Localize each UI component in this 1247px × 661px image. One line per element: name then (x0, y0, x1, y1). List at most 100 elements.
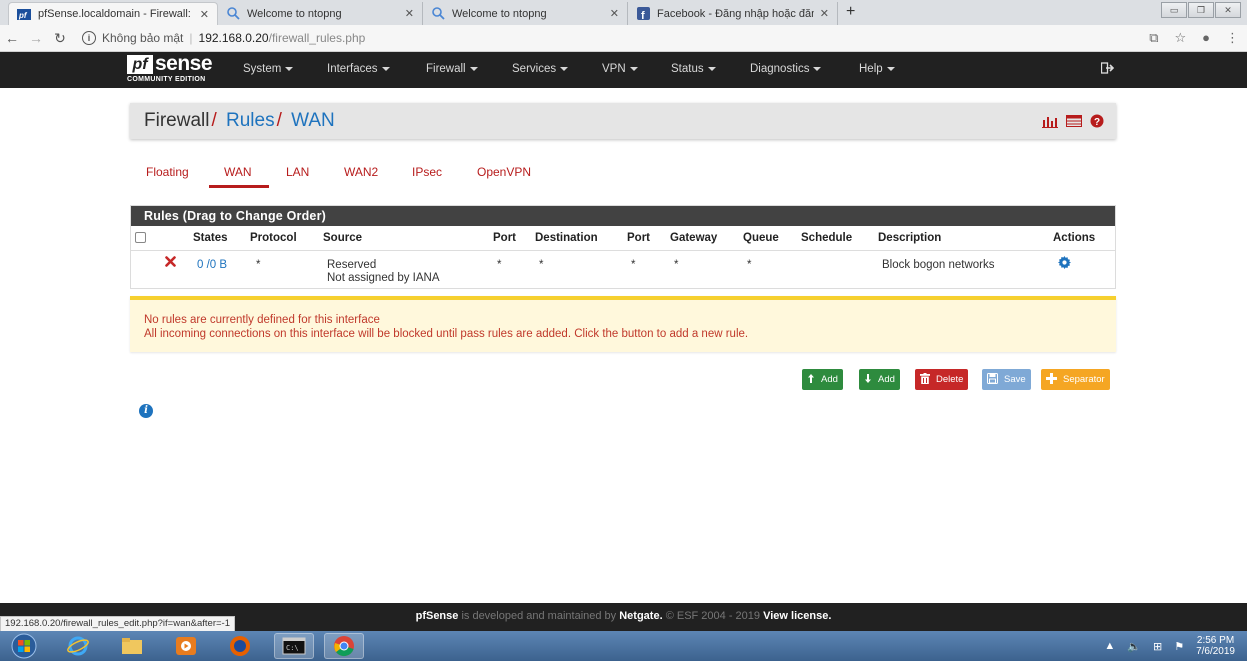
close-icon[interactable]: ✕ (610, 7, 619, 20)
pfsense-logo[interactable]: pf sense COMMUNITY EDITION (127, 52, 219, 87)
star-icon[interactable]: ☆ (1174, 30, 1186, 46)
close-icon[interactable]: ✕ (200, 8, 209, 21)
chevron-down-icon (381, 66, 390, 71)
browser-tab-pfsense[interactable]: pf pfSense.localdomain - Firewall: R ✕ (8, 2, 218, 25)
info-icon[interactable]: i (82, 31, 96, 45)
browser-tab-title: Welcome to ntopng (452, 7, 547, 20)
breadcrumb-wan[interactable]: WAN (291, 110, 335, 131)
forward-arrow-icon[interactable]: → (24, 30, 48, 46)
close-icon[interactable]: ✕ (820, 7, 829, 20)
clock[interactable]: 2:56 PM 7/6/2019 (1196, 635, 1235, 657)
add-rule-top-button[interactable]: Add (802, 369, 843, 390)
action-center-icon[interactable]: ⚑ (1174, 640, 1184, 653)
back-arrow-icon[interactable]: ← (0, 30, 24, 46)
alert-message: All incoming connections on this interfa… (144, 328, 749, 340)
chrome-icon[interactable] (324, 633, 364, 659)
menu-firewall[interactable]: Firewall (426, 63, 478, 75)
clock-date: 7/6/2019 (1196, 646, 1235, 657)
system-tray: ▲ 🔈 ⊞ ⚑ 2:56 PM 7/6/2019 (1104, 635, 1235, 657)
address-bar: ← → ↻ i Không bảo mật | 192.168.0.20 /fi… (0, 25, 1247, 52)
pfsense-favicon: pf (17, 7, 31, 21)
url-field[interactable]: i Không bảo mật | 192.168.0.20 /firewall… (82, 31, 365, 45)
command-prompt-icon[interactable]: C:\ (274, 633, 314, 659)
volume-icon[interactable]: 🔈 (1127, 640, 1141, 653)
tab-floating[interactable]: Floating (146, 165, 189, 179)
rule-states[interactable]: 0 /0 B (197, 259, 227, 271)
footer-brand: pfSense (415, 610, 459, 622)
status-bar-url: 192.168.0.20/firewall_rules_edit.php?if=… (0, 616, 235, 632)
browser-tab-ntopng-1[interactable]: Welcome to ntopng ✕ (218, 2, 423, 25)
more-menu-icon[interactable]: ⋮ (1226, 30, 1239, 46)
window-close-icon[interactable]: ✕ (1215, 2, 1241, 18)
breadcrumb-actions: ? (1042, 114, 1104, 131)
chevron-down-icon (813, 66, 822, 71)
block-x-icon (165, 256, 176, 270)
internet-explorer-icon[interactable] (58, 633, 98, 659)
maximize-icon[interactable]: ❐ (1188, 2, 1214, 18)
menu-services[interactable]: Services (512, 63, 569, 75)
help-icon[interactable]: ? (1090, 114, 1104, 131)
search-icon (226, 7, 240, 21)
firefox-icon[interactable] (220, 633, 260, 659)
column-queue: Queue (743, 232, 779, 244)
table-list-icon[interactable] (1066, 115, 1082, 130)
file-explorer-icon[interactable] (112, 633, 152, 659)
browser-tab-strip: pf pfSense.localdomain - Firewall: R ✕ W… (0, 0, 1247, 25)
menu-vpn[interactable]: VPN (602, 63, 638, 75)
menu-interfaces[interactable]: Interfaces (327, 63, 390, 75)
logout-icon[interactable] (1100, 62, 1115, 77)
tab-openvpn[interactable]: OpenVPN (477, 165, 531, 179)
add-bottom-label: Add (878, 374, 895, 385)
delete-label: Delete (936, 374, 964, 385)
chevron-down-icon (469, 66, 478, 71)
browser-tab-facebook[interactable]: f Facebook - Đăng nhập hoặc đăn ✕ (628, 2, 838, 25)
add-rule-bottom-button[interactable]: Add (859, 369, 900, 390)
menu-status[interactable]: Status (671, 63, 716, 75)
column-destination: Destination (535, 232, 598, 244)
browser-toolbar-right: ⧉ ☆ ● ⋮ (1149, 30, 1239, 46)
reload-icon[interactable]: ↻ (48, 30, 72, 47)
rule-destination: * (539, 259, 544, 271)
info-icon[interactable]: i (139, 404, 153, 418)
translate-icon[interactable]: ⧉ (1149, 30, 1158, 46)
table-row[interactable]: 0 /0 B * Reserved Not assigned by IANA *… (131, 251, 1115, 289)
menu-diagnostics[interactable]: Diagnostics (750, 63, 822, 75)
gear-icon[interactable] (1058, 256, 1071, 272)
breadcrumb-rules[interactable]: Rules (226, 110, 275, 131)
footer-company[interactable]: Netgate. (619, 610, 662, 622)
menu-label: Status (671, 63, 704, 75)
menu-system[interactable]: System (243, 63, 294, 75)
minimize-icon[interactable]: ▭ (1161, 2, 1187, 18)
browser-tab-ntopng-2[interactable]: Welcome to ntopng ✕ (423, 2, 628, 25)
trash-icon (920, 372, 930, 387)
new-tab-button[interactable]: + (846, 3, 855, 21)
url-separator: | (189, 31, 193, 45)
bar-chart-icon[interactable] (1042, 115, 1058, 131)
rule-description: Block bogon networks (882, 259, 995, 271)
active-tab-indicator (209, 185, 269, 188)
tab-lan[interactable]: LAN (286, 165, 309, 179)
media-player-icon[interactable] (166, 633, 206, 659)
footer-text: is developed and maintained by (458, 610, 620, 622)
tab-ipsec[interactable]: IPsec (412, 165, 442, 179)
breadcrumb-firewall: Firewall (144, 110, 210, 131)
start-button[interactable] (4, 633, 44, 659)
save-button[interactable]: Save (982, 369, 1031, 390)
delete-button[interactable]: Delete (915, 369, 969, 390)
add-separator-button[interactable]: Separator (1041, 369, 1110, 390)
menu-label: Help (859, 63, 883, 75)
select-all-checkbox[interactable] (135, 232, 146, 243)
network-icon[interactable]: ⊞ (1153, 640, 1162, 653)
menu-help[interactable]: Help (859, 63, 895, 75)
tab-wan[interactable]: WAN (224, 165, 252, 179)
tray-expand-icon[interactable]: ▲ (1104, 640, 1115, 652)
tab-wan2[interactable]: WAN2 (344, 165, 378, 179)
menu-label: Interfaces (327, 63, 378, 75)
profile-icon[interactable]: ● (1202, 30, 1210, 46)
column-gateway: Gateway (670, 232, 718, 244)
footer-license-link[interactable]: View license. (763, 610, 831, 622)
menu-label: Diagnostics (750, 63, 810, 75)
close-icon[interactable]: ✕ (405, 7, 414, 20)
arrow-down-icon (864, 373, 872, 387)
search-icon (431, 7, 445, 21)
